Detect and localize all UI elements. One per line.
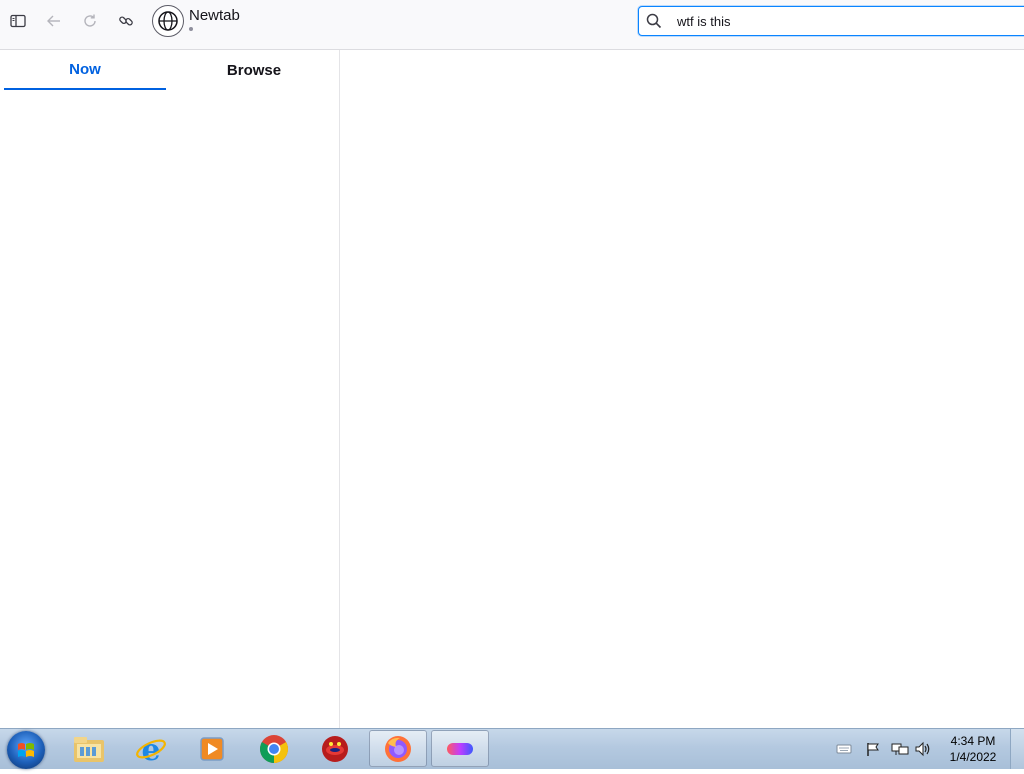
tray-volume[interactable] [914,735,932,763]
copy-link-button[interactable] [113,8,139,34]
tray-action-center[interactable] [865,735,881,763]
main-content-area [340,50,1024,728]
taskbar-internet-explorer[interactable]: e [122,730,180,767]
reload-button[interactable] [77,8,103,34]
windows-start-icon [18,743,34,757]
svg-text:e: e [141,733,160,766]
taskbar-pill-app[interactable] [431,730,489,767]
page-title: Newtab [189,7,240,24]
clock-date: 1/4/2022 [949,750,997,764]
system-clock[interactable]: 4:34 PM 1/4/2022 [938,733,1008,765]
start-button[interactable] [7,731,45,769]
pill-app-icon [447,742,473,755]
back-button[interactable] [41,8,67,34]
arrow-left-icon [47,15,60,27]
taskbar-chrome[interactable] [245,730,303,767]
show-desktop-button[interactable] [1010,729,1024,769]
volume-icon [915,741,930,757]
tab-now[interactable]: Now [4,50,166,90]
status-dot [189,27,193,31]
firefox-icon [385,735,411,762]
browser-toolbar: Newtab [0,0,1024,50]
network-icon [891,743,909,755]
tray-keyboard[interactable] [836,735,852,763]
search-box[interactable] [638,6,1024,36]
sidebar-toggle-button[interactable] [5,8,31,34]
chrome-icon [260,734,288,763]
keyboard-icon [836,744,852,754]
internet-explorer-icon: e [136,733,166,766]
clock-time: 4:34 PM [950,734,996,748]
taskbar-firefox[interactable] [369,730,427,767]
media-player-icon [200,736,224,761]
file-explorer-icon [74,736,104,762]
taskbar-red-app[interactable] [306,730,364,767]
site-identity-button[interactable] [152,5,184,37]
tray-network[interactable] [891,735,909,763]
taskbar-file-explorer[interactable] [60,730,118,767]
sidebar-panel: Now Browse [0,50,340,728]
taskbar: e 4:34 PM 1/4/2022 [0,728,1024,769]
taskbar-media-player[interactable] [183,730,241,767]
red-app-icon [322,735,348,762]
tab-browse[interactable]: Browse [170,50,338,90]
flag-icon [867,743,879,756]
globe-icon [158,11,178,31]
search-icon [646,13,662,29]
link-icon [119,16,133,26]
search-input[interactable] [677,10,1007,32]
sidebar-icon [10,14,26,28]
reload-icon [84,14,96,27]
